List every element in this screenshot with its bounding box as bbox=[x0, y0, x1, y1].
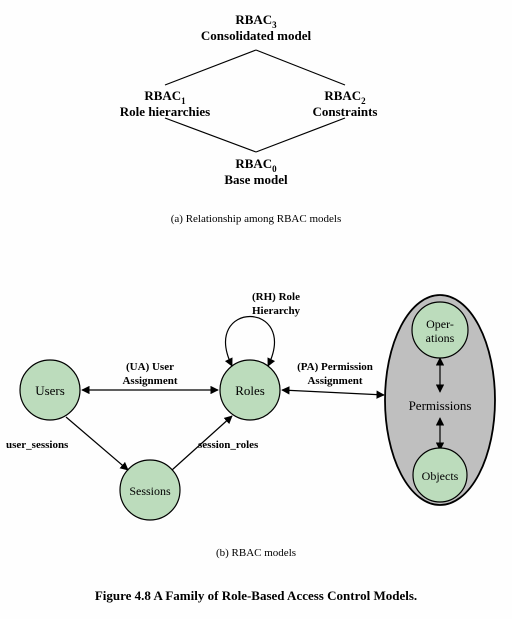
user-sessions-edge bbox=[66, 417, 128, 470]
sessions-node: Sessions bbox=[120, 460, 180, 520]
operations-node: Oper- ations bbox=[412, 302, 468, 358]
pa-label2: Assignment bbox=[307, 375, 362, 387]
ua-label1: (UA) User bbox=[126, 361, 174, 373]
rbac1-label: RBAC1 Role hierarchies bbox=[120, 88, 210, 119]
users-text: Users bbox=[35, 383, 65, 398]
caption-b: (b) RBAC models bbox=[216, 547, 296, 559]
rh-label1: (RH) Role bbox=[252, 291, 300, 303]
roles-text: Roles bbox=[235, 383, 265, 398]
rbac0-main: RBAC bbox=[235, 156, 272, 171]
objects-text: Objects bbox=[422, 469, 459, 483]
rh-self-loop bbox=[226, 317, 275, 367]
operations-text1: Oper- bbox=[426, 317, 454, 331]
rbac3-label: RBAC3 Consolidated model bbox=[201, 12, 312, 43]
ua-label2: Assignment bbox=[122, 375, 177, 387]
operations-text2: ations bbox=[426, 331, 455, 345]
rbac0-desc: Base model bbox=[224, 172, 288, 187]
user-sessions-label: user_sessions bbox=[6, 439, 69, 451]
rbac1-main: RBAC bbox=[144, 88, 181, 103]
users-node: Users bbox=[20, 360, 80, 420]
rbac3-main: RBAC bbox=[235, 12, 272, 27]
pa-label1: (PA) Permission bbox=[297, 361, 373, 373]
rbac2-desc: Constraints bbox=[312, 104, 377, 119]
rbac2-label: RBAC2 Constraints bbox=[312, 88, 377, 119]
session-roles-label: session_roles bbox=[198, 439, 259, 451]
diagram-a: RBAC3 Consolidated model RBAC1 Role hier… bbox=[120, 12, 378, 225]
rbac0-label: RBAC0 Base model bbox=[224, 156, 288, 187]
rh-label2: Hierarchy bbox=[252, 305, 301, 317]
rbac3-desc: Consolidated model bbox=[201, 28, 312, 43]
rbac1-desc: Role hierarchies bbox=[120, 104, 210, 119]
sessions-text: Sessions bbox=[129, 484, 171, 498]
roles-node: Roles bbox=[220, 360, 280, 420]
figure-caption: Figure 4.8 A Family of Role-Based Access… bbox=[95, 588, 417, 603]
objects-node: Objects bbox=[413, 448, 467, 502]
rbac2-main: RBAC bbox=[324, 88, 361, 103]
pa-edge bbox=[282, 390, 384, 395]
caption-a: (a) Relationship among RBAC models bbox=[171, 213, 341, 225]
diagram-b: Permissions Oper- ations Objects Users R… bbox=[6, 291, 495, 559]
permissions-label: Permissions bbox=[409, 398, 472, 413]
